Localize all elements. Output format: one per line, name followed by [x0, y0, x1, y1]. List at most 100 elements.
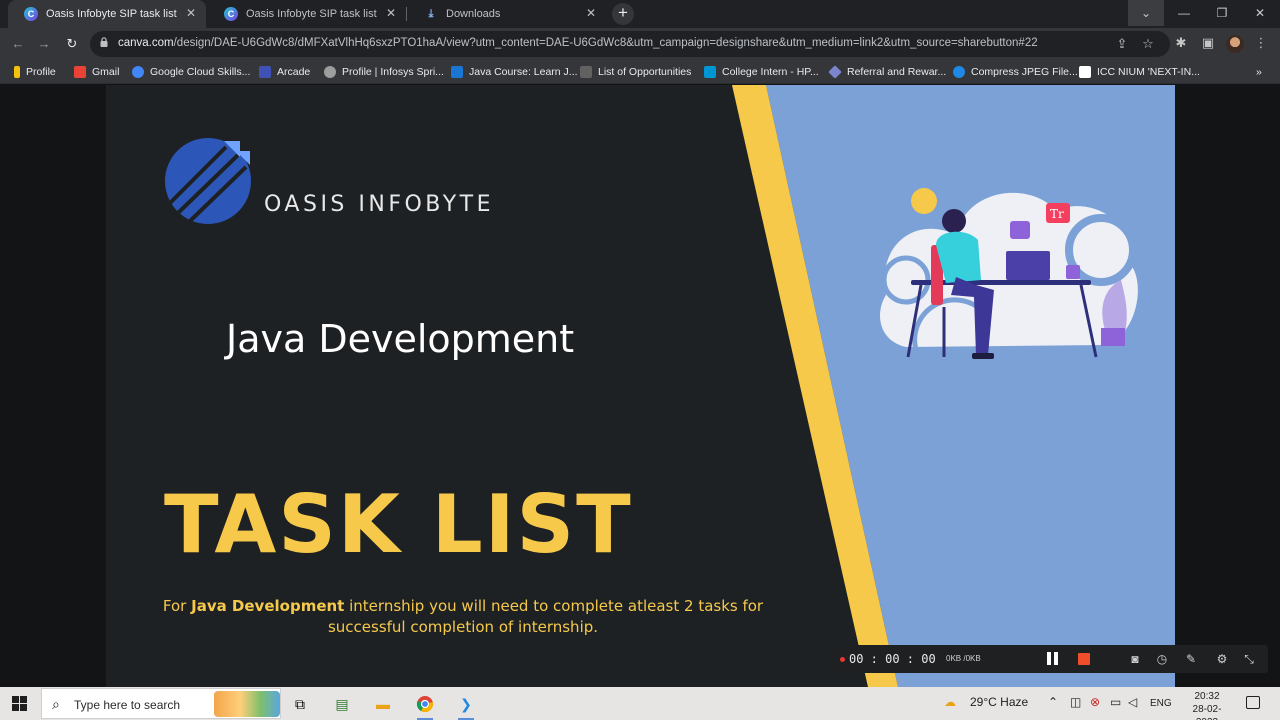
bookmark-label: Google Cloud Skills...: [150, 66, 251, 78]
address-bar[interactable]: canva.com/design/DAE-U6GdWc8/dMFXatVlhHq…: [90, 31, 1170, 57]
chrome-logo: [416, 696, 434, 713]
side-panel-icon[interactable]: ▣: [1199, 34, 1217, 52]
camera-icon[interactable]: ◙: [1127, 651, 1143, 667]
language-indicator[interactable]: ENG: [1150, 698, 1172, 709]
draw-icon[interactable]: ✎: [1183, 651, 1199, 667]
settings-icon[interactable]: ⚙: [1214, 651, 1230, 667]
tab-oasis-task-list-2[interactable]: C Oasis Infobyte SIP task list ✕: [208, 0, 407, 28]
tab-oasis-task-list-1[interactable]: C Oasis Infobyte SIP task list ✕: [8, 0, 206, 28]
desc-bold: Java Development: [191, 597, 345, 615]
show-hidden-icons[interactable]: ⌃: [1048, 695, 1058, 709]
close-tab-icon[interactable]: ✕: [186, 6, 196, 20]
bookmark-label: ICC NIUM 'NEXT-IN...: [1097, 66, 1200, 78]
bookmark-label: College Intern - HP...: [722, 66, 819, 78]
desc-rest: internship you will need to complete atl…: [327, 597, 764, 636]
weather-text[interactable]: 29°C Haze: [970, 695, 1028, 709]
screen: C Oasis Infobyte SIP task list ✕ C Oasis…: [0, 0, 1280, 720]
bookmark-referral[interactable]: Referral and Rewar...: [828, 64, 946, 80]
java-course-icon: [451, 66, 463, 78]
bookmark-compress-jpeg[interactable]: Compress JPEG File...: [953, 64, 1078, 80]
recording-size: 0KB /0KB: [946, 654, 981, 663]
close-tab-icon[interactable]: ✕: [586, 6, 596, 20]
bookmark-hp-intern[interactable]: College Intern - HP...: [704, 64, 819, 80]
compress-icon: [953, 66, 965, 78]
oasis-logo-icon: [165, 138, 251, 224]
bookmark-infosys[interactable]: Profile | Infosys Spri...: [324, 64, 444, 80]
bookmark-profile[interactable]: Profile: [14, 64, 56, 80]
tab-title: Downloads: [446, 8, 501, 20]
tab-title: Oasis Infobyte SIP task list: [246, 8, 377, 20]
bookmark-arcade[interactable]: Arcade: [259, 64, 310, 80]
close-tab-icon[interactable]: ✕: [386, 6, 396, 20]
bookmark-label: Compress JPEG File...: [971, 66, 1078, 78]
canva-icon: C: [24, 7, 38, 21]
bookmark-label: Profile | Infosys Spri...: [342, 66, 444, 78]
battery-icon[interactable]: ▭: [1110, 695, 1121, 709]
bookmark-gmail[interactable]: Gmail: [74, 64, 119, 80]
vscode-icon[interactable]: ❯: [455, 693, 477, 720]
bookmarks-bar: Profile Gmail Google Cloud Skills... Arc…: [0, 60, 1280, 84]
volume-icon[interactable]: ◁: [1128, 695, 1137, 709]
collapse-icon[interactable]: ⤡: [1241, 651, 1257, 667]
search-icon: ⌕: [52, 696, 60, 712]
weather-icon[interactable]: ☁: [944, 695, 956, 709]
bookmark-google-cloud[interactable]: Google Cloud Skills...: [132, 64, 250, 80]
meet-icon[interactable]: ◫: [1070, 695, 1081, 709]
download-icon: ⤓: [428, 7, 434, 20]
bookmark-java-course[interactable]: Java Course: Learn J...: [451, 64, 578, 80]
windows-start-icon[interactable]: [12, 696, 28, 712]
screen-recorder: 00 : 00 : 00 0KB /0KB ◙ ◷ ✎ ⚙ ⤡: [828, 645, 1268, 673]
url-text: canva.com/design/DAE-U6GdWc8/dMFXatVlhHq…: [118, 37, 1038, 49]
search-highlight-image: [214, 691, 280, 717]
timer-icon[interactable]: ◷: [1154, 651, 1170, 667]
page-viewport: Tr OASIS INFOBYTE Java Development TASK …: [0, 85, 1280, 687]
bookmark-label: Gmail: [92, 66, 120, 78]
task-view-icon[interactable]: ⧉: [289, 693, 311, 715]
tab-strip: C Oasis Infobyte SIP task list ✕ C Oasis…: [0, 0, 1280, 28]
hp-icon: [704, 66, 716, 78]
bookmark-icon: [14, 66, 20, 78]
bookmark-icc-nium[interactable]: ICC NIUM 'NEXT-IN...: [1079, 64, 1200, 80]
share-icon[interactable]: ⇪: [1114, 36, 1130, 52]
sheets-app-icon[interactable]: ▤: [331, 693, 353, 715]
menu-icon[interactable]: ⋮: [1252, 34, 1270, 52]
extensions-icon[interactable]: ✱: [1172, 34, 1190, 52]
bookmark-label: Arcade: [277, 66, 311, 78]
stop-button[interactable]: [1078, 653, 1090, 665]
network-icon[interactable]: ⊗: [1090, 695, 1100, 709]
bookmark-label: Profile: [26, 66, 56, 78]
more-bookmarks-icon[interactable]: »: [1256, 64, 1262, 80]
clock-date: 28-02-2023: [1192, 704, 1222, 720]
minimize-button[interactable]: —: [1166, 0, 1202, 26]
search-placeholder: Type here to search: [74, 698, 181, 712]
slide-heading: TASK LIST: [164, 478, 633, 571]
google-cloud-icon: [132, 66, 144, 78]
chrome-icon[interactable]: [414, 693, 436, 720]
url-host: canva.com: [118, 37, 174, 49]
gmail-icon: [74, 66, 86, 78]
notification-icon[interactable]: [1246, 696, 1260, 709]
reload-button[interactable]: ↻: [62, 34, 82, 54]
new-tab-button[interactable]: +: [612, 3, 634, 25]
bookmark-opportunities[interactable]: List of Opportunities: [580, 64, 691, 80]
brand-name: OASIS INFOBYTE: [264, 192, 494, 217]
arcade-icon: [259, 66, 271, 78]
profile-avatar[interactable]: [1226, 35, 1244, 53]
system-clock[interactable]: 20:32 28-02-2023: [1182, 690, 1232, 720]
tab-downloads[interactable]: ⤓ Downloads ✕: [408, 0, 606, 28]
file-explorer-icon[interactable]: ▬: [372, 693, 394, 715]
close-window-button[interactable]: ✕: [1242, 0, 1278, 26]
tab-title: Oasis Infobyte SIP task list: [46, 8, 177, 20]
bookmark-star-icon[interactable]: ☆: [1140, 36, 1156, 52]
page-icon: [580, 66, 592, 78]
restore-button[interactable]: ❐: [1204, 0, 1240, 26]
clock-time: 20:32: [1194, 691, 1220, 702]
pause-button[interactable]: [1047, 652, 1059, 665]
canva-icon: C: [224, 7, 238, 21]
chevron-down-icon[interactable]: ⌄: [1128, 0, 1164, 26]
back-button[interactable]: ←: [8, 34, 28, 54]
referral-icon: [828, 65, 842, 79]
taskbar-search-box[interactable]: ⌕ Type here to search: [41, 688, 281, 719]
forward-button[interactable]: →: [34, 34, 54, 54]
desc-prefix: For: [162, 597, 192, 615]
